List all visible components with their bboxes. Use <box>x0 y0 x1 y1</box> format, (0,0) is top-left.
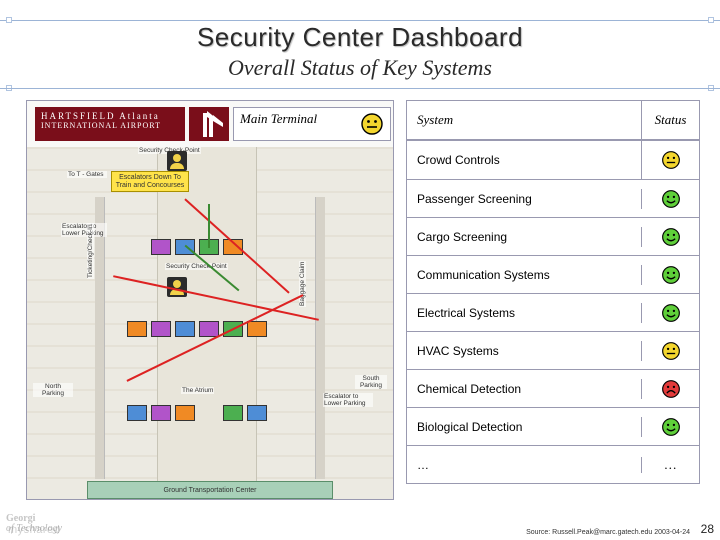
status-ok-icon <box>661 417 681 437</box>
map-body: Security Check-Point To T - Gates Escala… <box>27 147 393 499</box>
escalator-notice: Escalators Down To Train and Concourses <box>111 171 189 192</box>
status-cell <box>641 265 699 285</box>
status-system-name: … <box>407 454 641 476</box>
status-ok-icon <box>661 303 681 323</box>
system-status-table: System Status Crowd Controls Passenger Sc… <box>406 100 700 520</box>
status-cell <box>641 227 699 247</box>
status-ok-icon <box>661 265 681 285</box>
map-label-ground-transport: Ground Transportation Center <box>87 481 333 499</box>
status-cell <box>641 341 699 361</box>
status-neutral-icon <box>661 150 681 170</box>
page-subtitle: Overall Status of Key Systems <box>0 55 720 81</box>
status-row: …… <box>406 446 700 484</box>
status-system-name: Biological Detection <box>407 416 641 438</box>
map-header: Main Terminal <box>233 107 391 141</box>
map-label-security: Security Check-Point <box>165 263 228 270</box>
status-row: Biological Detection <box>406 408 700 446</box>
map-label-ticketing: Ticketing/Check-In <box>87 223 94 279</box>
officer-icon <box>167 151 187 171</box>
status-ok-icon <box>661 189 681 209</box>
status-system-name: Communication Systems <box>407 264 641 286</box>
map-shop-icon <box>223 405 243 421</box>
title-block: Security Center Dashboard Overall Status… <box>0 0 720 81</box>
status-system-name: Crowd Controls <box>407 149 641 171</box>
map-label-atrium: The Atrium <box>181 387 214 394</box>
status-row: HVAC Systems <box>406 332 700 370</box>
status-cell <box>641 189 699 209</box>
page-number: 28 <box>701 522 714 536</box>
map-shop-icon <box>247 405 267 421</box>
footer-source: Source: Russell.Peak@marc.gatech.edu 200… <box>526 529 690 536</box>
map-shop-icon <box>151 321 171 337</box>
page-title: Security Center Dashboard <box>0 22 720 53</box>
status-row: Passenger Screening <box>406 180 700 218</box>
terminal-map: HARTSFIELD Atlanta INTERNATIONAL AIRPORT… <box>26 100 394 500</box>
map-label-south-parking: South Parking <box>355 375 387 389</box>
status-bad-icon <box>661 379 681 399</box>
map-shop-icon <box>127 321 147 337</box>
status-ok-icon <box>661 227 681 247</box>
status-row: Crowd Controls <box>406 140 700 180</box>
status-cell <box>641 417 699 437</box>
map-label-escalator-right: Escalator to Lower Parking <box>323 393 373 407</box>
status-neutral-icon <box>661 341 681 361</box>
map-shop-icon <box>175 321 195 337</box>
map-shop-icon <box>247 321 267 337</box>
map-shop-icon <box>151 239 171 255</box>
map-shop-icon <box>151 405 171 421</box>
status-row: Chemical Detection <box>406 370 700 408</box>
map-label-escalator-left: Escalator to Lower Parking <box>61 223 107 237</box>
map-shop-icon <box>175 405 195 421</box>
map-label-gates: To T - Gates <box>67 171 107 178</box>
status-cell <box>641 379 699 399</box>
status-row: Electrical Systems <box>406 294 700 332</box>
status-header-status: Status <box>641 101 699 139</box>
map-label-baggage: Baggage Claim <box>299 261 306 307</box>
status-neutral-icon <box>360 112 384 136</box>
airport-logo-icon <box>189 107 229 141</box>
airport-brand: HARTSFIELD Atlanta INTERNATIONAL AIRPORT <box>35 107 185 141</box>
status-system-name: Electrical Systems <box>407 302 641 324</box>
status-system-name: Chemical Detection <box>407 378 641 400</box>
status-header-row: System Status <box>406 100 700 140</box>
map-header-title: Main Terminal <box>240 112 317 126</box>
map-label-north-parking: North Parking <box>33 383 73 397</box>
ok-line-icon <box>208 204 210 248</box>
status-row: Cargo Screening <box>406 218 700 256</box>
status-system-name: HVAC Systems <box>407 340 641 362</box>
status-header-system: System <box>407 108 641 132</box>
status-cell <box>641 303 699 323</box>
watermark: myshared <box>8 524 60 536</box>
status-cell: … <box>641 457 699 473</box>
status-cell <box>641 141 699 179</box>
brand-line2: INTERNATIONAL AIRPORT <box>41 122 179 131</box>
status-system-name: Cargo Screening <box>407 226 641 248</box>
map-shop-icon <box>199 321 219 337</box>
status-row: Communication Systems <box>406 256 700 294</box>
status-system-name: Passenger Screening <box>407 188 641 210</box>
map-shop-icon <box>127 405 147 421</box>
